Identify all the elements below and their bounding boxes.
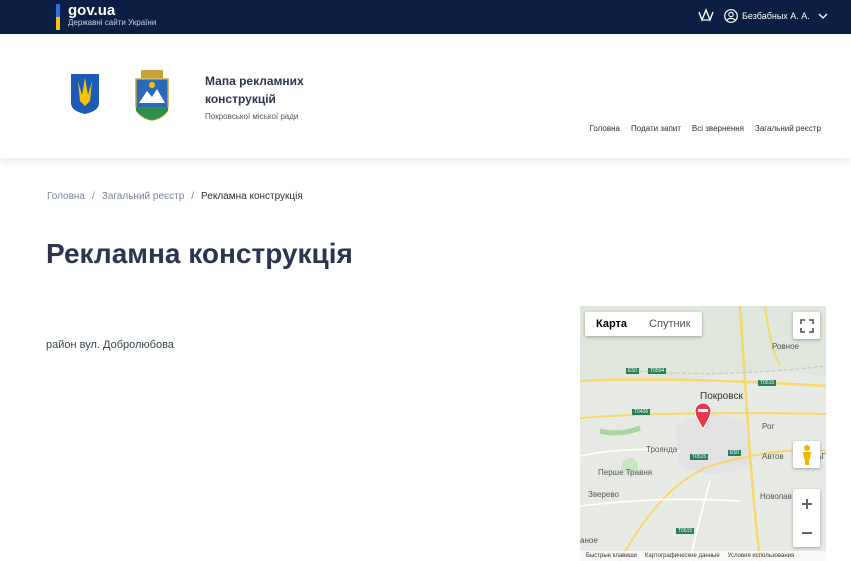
road-tag: E50 (728, 450, 741, 456)
pegman-icon (802, 444, 811, 465)
map-marker-icon[interactable] (694, 402, 712, 430)
map-label: Зверево (588, 490, 619, 499)
zoom-in-button[interactable] (793, 489, 820, 518)
plus-icon (801, 498, 812, 509)
breadcrumb-registry[interactable]: Загальний реєстр (102, 191, 184, 202)
street-view-button[interactable] (793, 441, 820, 468)
nav-item-registry[interactable]: Загальний реєстр (755, 124, 821, 133)
site-title-line1: Мапа рекламних (205, 74, 304, 88)
road-tag: T0515 (758, 380, 777, 386)
gov-topbar: gov.ua Державні сайти України Безбабных … (0, 0, 851, 34)
map-type-control: Карта Спутник (585, 312, 702, 336)
zoom-control (793, 489, 820, 547)
map-footer-terms[interactable]: Условия использования (728, 553, 795, 559)
map-type-map-button[interactable]: Карта (585, 312, 638, 336)
ukraine-coat-of-arms-icon (71, 74, 99, 114)
map-footer-shortcuts[interactable]: Быстрые клавиши (586, 553, 637, 559)
fullscreen-button[interactable] (793, 312, 820, 339)
map-label: Перше Травня (598, 468, 653, 477)
fullscreen-icon (799, 318, 814, 333)
map-label: аное (580, 536, 598, 545)
user-menu[interactable]: Безбабных А. А. (724, 9, 828, 23)
site-subtitle: Покровської міської ради (205, 112, 299, 121)
map-footer: Быстрые клавиши Картографические данные … (580, 551, 826, 561)
breadcrumb-separator: / (191, 191, 195, 202)
map-label: Троянда (646, 445, 678, 454)
road-tag: T0406 (632, 409, 651, 415)
nav-item-submit-request[interactable]: Подати запит (631, 124, 681, 133)
zoom-out-button[interactable] (793, 518, 820, 547)
user-name: Безбабных А. А. (742, 11, 810, 21)
map-widget[interactable]: E50 T0504 T0515 T0406 T0515 E50 T0515 По… (580, 306, 826, 561)
page-title: Рекламна конструкція (46, 238, 353, 269)
gov-title[interactable]: gov.ua (68, 2, 115, 19)
site-header: Мапа рекламних конструкцій Покровської м… (0, 34, 851, 158)
map-type-satellite-button[interactable]: Спутник (638, 312, 701, 336)
map-label-city: Покровск (700, 391, 743, 402)
map-label: Рог (762, 422, 775, 431)
road-tag: T0515 (676, 528, 695, 534)
gov-subtitle: Державні сайти України (68, 18, 157, 27)
trident-icon[interactable] (697, 8, 715, 24)
breadcrumb-current: Рекламна конструкція (201, 191, 303, 202)
pokrovsk-coat-of-arms-icon (135, 70, 169, 121)
map-label: Ровное (772, 342, 799, 351)
address-text: район вул. Добролюбова (46, 339, 174, 351)
main-nav: Головна Подати запит Всі звернення Загал… (590, 124, 821, 133)
nav-item-home[interactable]: Головна (590, 124, 620, 133)
breadcrumb-home[interactable]: Головна (47, 191, 85, 202)
user-icon (724, 9, 738, 23)
map-footer-data[interactable]: Картографические данные (645, 553, 720, 559)
site-title-line2: конструкцій (205, 92, 276, 106)
breadcrumb-separator: / (92, 191, 95, 202)
chevron-down-icon (818, 13, 828, 19)
minus-icon (801, 531, 812, 534)
site-title[interactable]: Мапа рекламних конструкцій (205, 72, 325, 108)
nav-item-all-requests[interactable]: Всі звернення (692, 124, 744, 133)
map-label: Автов (762, 452, 784, 461)
road-tag: T0515 (690, 454, 709, 460)
map-label: Новопав (760, 492, 792, 501)
breadcrumb: Головна / Загальний реєстр / Рекламна ко… (47, 191, 303, 202)
road-tag: T0504 (648, 368, 667, 374)
ukraine-flag-icon (56, 4, 60, 30)
road-tag: E50 (626, 368, 639, 374)
